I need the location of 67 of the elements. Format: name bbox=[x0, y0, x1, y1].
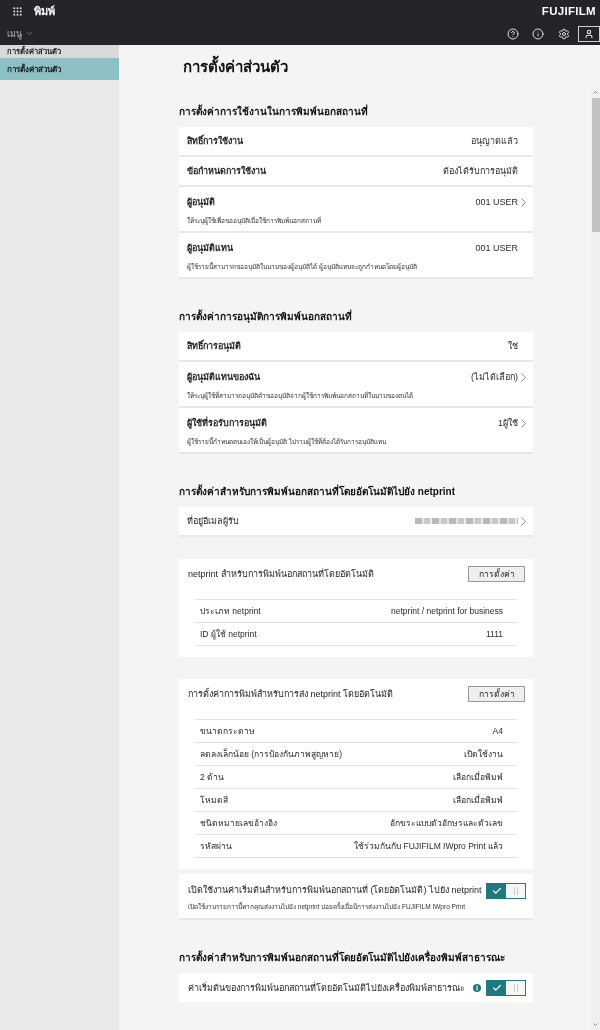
row-value: (ไม่ได้เลือก) bbox=[471, 371, 518, 383]
account-button[interactable] bbox=[578, 25, 600, 42]
row-value: 001 USER bbox=[475, 196, 518, 208]
detail-value: ใช้ร่วมกันกับ FUJIFILM IWpro Print แล้ว bbox=[354, 840, 503, 852]
settings-button[interactable]: การตั้งค่า bbox=[468, 566, 525, 582]
detail-label: ขนาดกระดาษ bbox=[200, 725, 255, 737]
detail-value: A4 bbox=[492, 725, 503, 737]
menu-dropdown[interactable]: เมนู bbox=[7, 27, 34, 40]
detail-label: โหมดสี bbox=[200, 794, 228, 806]
section-heading: การตั้งค่าสำหรับการพิมพ์นอกสถานที่โดยอัตโนมัติไปยัง netprint bbox=[179, 485, 456, 499]
toggle-label: ค่าเริ่มต้นของการพิมพ์นอกสถานที่โดยอัตโนมัติไปยังเครื่องพิมพ์สาธารณะ bbox=[188, 981, 465, 994]
help-icon[interactable] bbox=[507, 27, 519, 40]
toggle-switch[interactable] bbox=[486, 883, 526, 899]
settings-row[interactable]: ที่อยู่อีเมลผู้รับ bbox=[179, 507, 533, 537]
row-value: 1ผู้ใช้ bbox=[498, 417, 518, 429]
grid-menu-icon[interactable] bbox=[12, 5, 23, 17]
row-label: ผู้อนุมัติแทนของฉัน bbox=[187, 371, 261, 383]
settings-button[interactable]: การตั้งค่า bbox=[468, 686, 525, 702]
detail-value: เปิดใช้งาน bbox=[464, 748, 503, 760]
chevron-right-icon bbox=[521, 516, 526, 526]
row-value: ใช่ bbox=[508, 340, 518, 352]
section-heading: การตั้งค่าการใช้งานในการพิมพ์นอกสถานที่ bbox=[179, 105, 369, 119]
chevron-right-icon bbox=[521, 197, 526, 207]
check-icon bbox=[491, 886, 502, 896]
user-icon bbox=[584, 28, 594, 39]
section-heading: การตั้งค่าสำหรับการพิมพ์นอกสถานที่โดยอัตโนมัติไปยังเครื่องพิมพ์สาธารณะ bbox=[179, 951, 506, 965]
row-value: ต้องได้รับการอนุมัติ bbox=[443, 165, 518, 177]
row-value: 001 USER bbox=[475, 242, 518, 254]
page-title: การตั้งค่าส่วนตัว bbox=[183, 57, 288, 76]
detail-label: ประเภท netprint bbox=[200, 605, 261, 617]
row-label: ที่อยู่อีเมลผู้รับ bbox=[187, 515, 240, 527]
detail-label: 2 ด้าน bbox=[200, 771, 225, 783]
info-icon[interactable] bbox=[473, 983, 481, 992]
chevron-right-icon bbox=[521, 372, 526, 382]
section-heading: การตั้งค่าการอนุมัติการพิมพ์นอกสถานที่ bbox=[179, 310, 353, 324]
detail-value: อักขระแบบตัวอักษรและตัวเลข bbox=[390, 817, 503, 829]
detail-label: ลดลงเล็กน้อย (การป้องกันภาพสูญหาย) bbox=[200, 748, 343, 760]
detail-label: ชนิดหมายเลขอ้างอิง bbox=[200, 817, 277, 829]
row-label: ข้อกำหนดการใช้งาน bbox=[187, 165, 267, 177]
brand-logo: FUJIFILM bbox=[541, 4, 596, 18]
scrollbar-thumb[interactable] bbox=[591, 98, 600, 232]
row-value: อนุญาตแล้ว bbox=[471, 135, 518, 147]
detail-value: เลือกเมื่อพิมพ์ bbox=[453, 794, 503, 806]
chevron-right-icon bbox=[521, 418, 526, 428]
detail-value: เลือกเมื่อพิมพ์ bbox=[453, 771, 503, 783]
chevron-down-icon bbox=[25, 29, 34, 38]
check-icon bbox=[491, 982, 502, 993]
info-icon[interactable] bbox=[532, 27, 544, 40]
row-label: ผู้อนุมัติ bbox=[187, 196, 216, 208]
card-title: netprint สำหรับการพิมพ์นอกสถานที่โดยอัตโนมัติ bbox=[188, 568, 374, 580]
sidebar-item[interactable]: การตั้งค่าส่วนตัว bbox=[0, 58, 119, 80]
detail-value: 1111 bbox=[485, 628, 503, 640]
row-label: สิทธิ์การใช้งาน bbox=[187, 135, 244, 147]
toggle-switch[interactable] bbox=[486, 979, 526, 996]
row-label: สิทธิ์การอนุมัติ bbox=[187, 340, 242, 352]
row-label: ผู้ใช้ที่รอรับการอนุมัติ bbox=[187, 417, 268, 429]
app-title: พิมพ์ bbox=[34, 4, 55, 18]
scrollbar[interactable] bbox=[591, 88, 600, 1030]
grip-icon bbox=[513, 887, 518, 895]
card-title: การตั้งค่าการพิมพ์สำหรับการส่ง netprint โดยอัตโนมัติ bbox=[188, 688, 394, 700]
detail-label: รหัสผ่าน bbox=[200, 840, 232, 852]
detail-label: ID ผู้ใช้ netprint bbox=[200, 628, 257, 640]
row-label: ผู้อนุมัติแทน bbox=[187, 242, 234, 254]
detail-value: netprint / netprint for business bbox=[391, 605, 503, 617]
settings-icon[interactable] bbox=[558, 27, 570, 40]
toggle-label: เปิดใช้งานค่าเริ่มต้นสำหรับการพิมพ์นอกสถานที่ (โดยอัตโนมัติ) ไปยัง netprint bbox=[188, 884, 482, 896]
grip-icon bbox=[513, 983, 518, 992]
